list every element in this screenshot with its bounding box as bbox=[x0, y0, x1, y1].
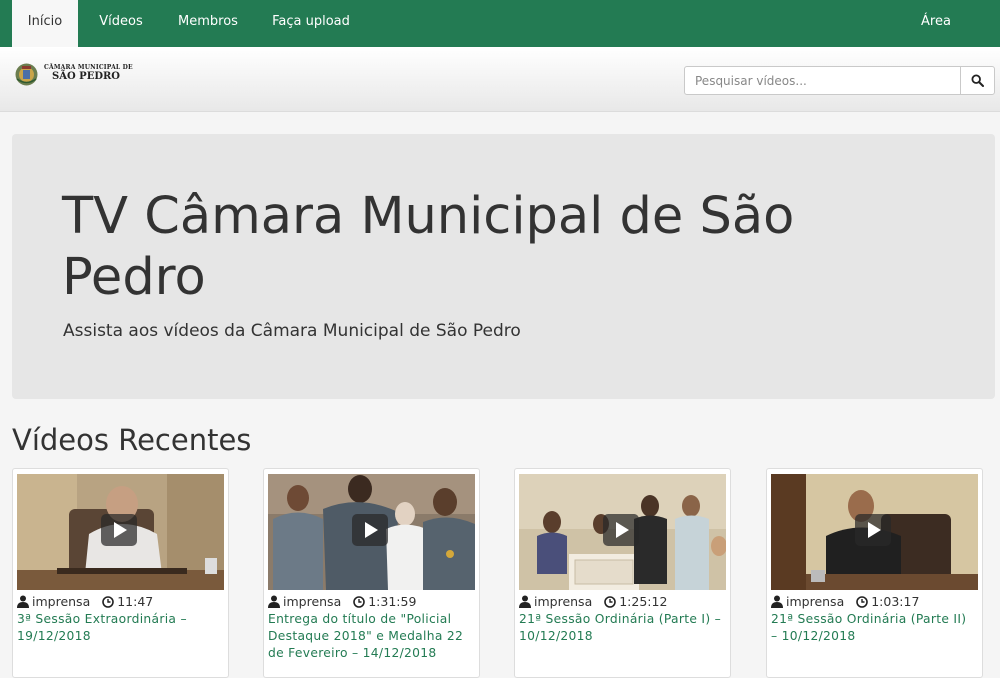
logo-text-line2: SÃO PEDRO bbox=[52, 71, 121, 82]
video-author: imprensa bbox=[786, 594, 845, 609]
coat-of-arms-icon bbox=[15, 63, 38, 86]
video-card: imprensa 1:03:17 21ª Sessão Ordinária (P… bbox=[766, 468, 983, 678]
user-icon bbox=[17, 595, 29, 608]
video-card: imprensa 11:47 3ª Sessão Extraordinária … bbox=[12, 468, 229, 678]
video-author: imprensa bbox=[534, 594, 593, 609]
play-icon bbox=[855, 514, 891, 546]
play-icon bbox=[101, 514, 137, 546]
video-thumbnail[interactable] bbox=[17, 474, 224, 590]
video-thumbnail[interactable] bbox=[771, 474, 978, 590]
video-duration: 1:25:12 bbox=[619, 594, 668, 609]
video-meta: imprensa 11:47 bbox=[17, 594, 227, 612]
header-bar: CÂMARA MUNICIPAL DE SÃO PEDRO bbox=[0, 47, 1000, 112]
clock-icon bbox=[353, 596, 366, 608]
video-duration: 11:47 bbox=[117, 594, 154, 609]
hero-title: TV Câmara Municipal de São Pedro bbox=[62, 187, 795, 307]
site-logo[interactable]: CÂMARA MUNICIPAL DE SÃO PEDRO bbox=[14, 61, 134, 89]
recent-videos-heading: Vídeos Recentes bbox=[12, 423, 252, 457]
hero-banner: TV Câmara Municipal de São Pedro Assista… bbox=[12, 134, 995, 399]
logo-text-line1: CÂMARA MUNICIPAL DE bbox=[44, 64, 133, 71]
video-title-link[interactable]: 21ª Sessão Ordinária (Parte II) – 10/12/… bbox=[771, 611, 976, 645]
video-meta: imprensa 1:25:12 bbox=[519, 594, 729, 612]
user-icon bbox=[268, 595, 280, 608]
clock-icon bbox=[856, 596, 869, 608]
video-meta: imprensa 1:03:17 bbox=[771, 594, 981, 612]
play-icon bbox=[603, 514, 639, 546]
user-icon bbox=[771, 595, 783, 608]
clock-icon bbox=[102, 596, 115, 608]
video-title-link[interactable]: Entrega do título de "Policial Destaque … bbox=[268, 611, 473, 662]
clock-icon bbox=[604, 596, 617, 608]
video-author: imprensa bbox=[32, 594, 91, 609]
tab-videos[interactable]: Vídeos bbox=[88, 0, 154, 47]
video-card: imprensa 1:25:12 21ª Sessão Ordinária (P… bbox=[514, 468, 731, 678]
video-thumbnail[interactable] bbox=[519, 474, 726, 590]
hero-subtitle: Assista aos vídeos da Câmara Municipal d… bbox=[63, 321, 521, 341]
search-button[interactable] bbox=[960, 66, 995, 95]
video-card: imprensa 1:31:59 Entrega do título de "P… bbox=[263, 468, 480, 678]
top-navbar: Início Vídeos Membros Faça upload Área A… bbox=[0, 0, 1000, 73]
user-icon bbox=[519, 595, 531, 608]
video-duration: 1:31:59 bbox=[368, 594, 417, 609]
video-thumbnail[interactable] bbox=[268, 474, 475, 590]
play-icon bbox=[352, 514, 388, 546]
video-author: imprensa bbox=[283, 594, 342, 609]
video-title-link[interactable]: 3ª Sessão Extraordinária – 19/12/2018 bbox=[17, 611, 222, 645]
video-title-link[interactable]: 21ª Sessão Ordinária (Parte I) – 10/12/2… bbox=[519, 611, 724, 645]
search-input[interactable] bbox=[684, 66, 961, 95]
tab-upload[interactable]: Faça upload bbox=[262, 0, 360, 47]
tab-membros[interactable]: Membros bbox=[168, 0, 248, 47]
search-icon bbox=[971, 74, 984, 87]
admin-area-link[interactable]: Área Administrativa bbox=[872, 0, 1000, 73]
tab-inicio[interactable]: Início bbox=[12, 0, 78, 47]
video-meta: imprensa 1:31:59 bbox=[268, 594, 478, 612]
video-duration: 1:03:17 bbox=[871, 594, 920, 609]
